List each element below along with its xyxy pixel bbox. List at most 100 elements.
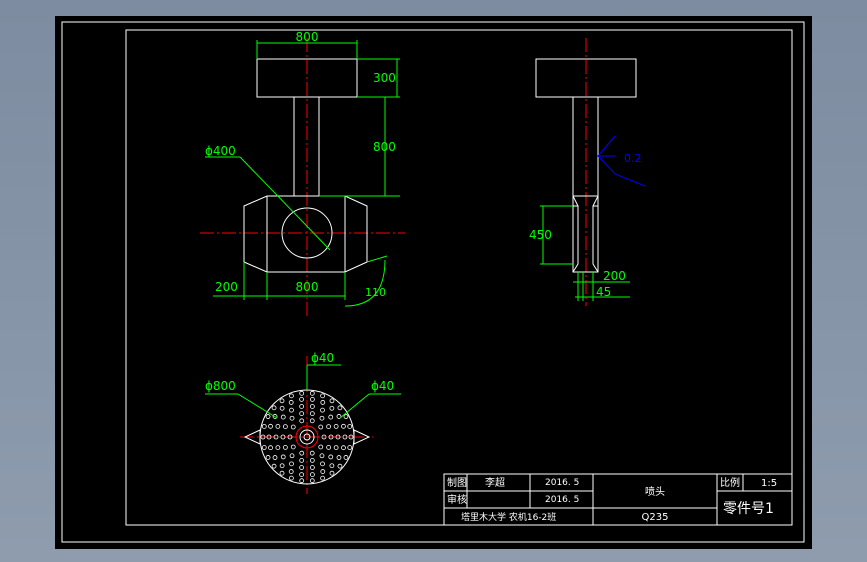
nozzle-hole (341, 445, 346, 451)
nozzle-hole (299, 472, 304, 478)
nozzle-hole (268, 445, 273, 451)
nozzle-hole (320, 400, 326, 405)
tb-material: Q235 (642, 512, 669, 523)
roughness-symbol-arm (597, 135, 616, 157)
side-taper-left (572, 205, 579, 273)
nozzle-hole (320, 461, 325, 467)
dim-chamfer-angle: 110 (365, 286, 386, 299)
nozzle-hole (290, 424, 296, 430)
nozzle-hole (310, 396, 315, 402)
nozzle-hole (265, 455, 271, 460)
tb-part-name: 喷头 (645, 486, 665, 498)
nozzle-hole (299, 457, 305, 463)
nozzle-hole (271, 463, 277, 469)
nozzle-hole (329, 405, 335, 411)
side-taper-right (592, 205, 599, 273)
nozzle-hole (319, 453, 325, 459)
nozzle-hole (341, 423, 346, 429)
drawing-sheet: 800 300 800 ϕ400 200 800 110 0.2 450 200… (55, 16, 812, 549)
dim-hole-right: ϕ40 (371, 379, 394, 393)
nozzle-hole (336, 455, 342, 460)
nozzle-hole (289, 407, 294, 413)
nozzle-hole (310, 472, 315, 478)
nozzle-hole (347, 445, 353, 450)
nozzle-hole (288, 393, 294, 399)
nozzle-hole (328, 414, 334, 420)
tb-drawn-date: 2016. 5 (545, 478, 579, 488)
nozzle-hole (289, 461, 294, 467)
dim-head-height: 300 (373, 71, 396, 85)
nozzle-hole (320, 469, 326, 474)
nozzle-hole (309, 418, 315, 424)
tb-drawn-name: 李超 (485, 476, 505, 489)
nozzle-hole (320, 407, 325, 413)
nozzle-hole (275, 423, 281, 429)
nozzle-hole (282, 424, 288, 429)
nozzle-hole (329, 398, 335, 404)
nozzle-hole (320, 393, 326, 399)
nozzle-hole (333, 445, 339, 451)
cad-viewport: 800 300 800 ϕ400 200 800 110 0.2 450 200… (0, 0, 867, 562)
nozzle-hole (288, 475, 294, 481)
nozzle-hole (289, 453, 295, 459)
tb-school: 塔里木大学 农机16-2班 (461, 511, 556, 523)
nozzle-hole (347, 424, 353, 429)
nozzle-hole (309, 390, 315, 396)
nozzle-hole (329, 470, 335, 476)
nozzle-hole (289, 415, 295, 421)
front-view: 800 300 800 ϕ400 200 800 110 (200, 30, 405, 318)
nozzle-hole (319, 415, 325, 421)
disc-view: ϕ40 ϕ800 ϕ40 (205, 351, 401, 494)
nozzle-hole (290, 444, 296, 450)
nozzle-hole (309, 404, 315, 409)
nozzle-hole (343, 455, 349, 460)
dim-hole-top: ϕ40 (311, 351, 334, 365)
dim-head-width: 800 (296, 30, 319, 44)
nozzle-hole (309, 465, 315, 470)
dim-ext (366, 255, 388, 263)
nozzle-hole (299, 404, 305, 409)
nozzle-hole (320, 475, 326, 481)
dim-side-length: 450 (529, 228, 552, 242)
nozzle-hole (279, 398, 285, 404)
dim-bore-diameter: ϕ400 (205, 144, 236, 158)
nozzle-hole (337, 463, 343, 469)
dim-base-width: 800 (296, 280, 319, 294)
roughness-value: 0.2 (624, 152, 642, 165)
title-block-text: 制图 李超 2016. 5 审核 2016. 5 塔里木大学 农机16-2班 喷… (447, 476, 777, 523)
tb-scale-label: 比例 (720, 476, 740, 489)
nozzle-hole (329, 463, 335, 469)
nozzle-hole (318, 424, 324, 430)
nozzle-hole (309, 478, 315, 484)
nozzle-hole (282, 445, 288, 450)
nozzle-hole (279, 463, 285, 469)
dim-side-width: 200 (603, 269, 626, 283)
base-outline (243, 195, 368, 273)
dim-base-side: 200 (215, 280, 238, 294)
drawing-canvas: 800 300 800 ϕ400 200 800 110 0.2 450 200… (61, 21, 805, 543)
nozzle-hole (309, 457, 315, 463)
nozzle-hole (279, 470, 285, 476)
nozzle-hole (299, 478, 305, 484)
nozzle-hole (279, 405, 285, 411)
angle-arc (344, 259, 386, 307)
dim-side-small: 45 (596, 285, 611, 299)
nozzle-hole (299, 396, 304, 402)
nozzle-hole (309, 450, 315, 456)
nozzle-hole (299, 450, 305, 456)
tb-drawn-label: 制图 (447, 476, 467, 489)
nozzle-hole (343, 414, 349, 419)
nozzle-hole (261, 445, 267, 450)
side-edge (572, 195, 579, 207)
tb-scale-value: 1:5 (761, 478, 777, 489)
nozzle-hole (275, 445, 281, 451)
nozzle-hole (299, 465, 305, 470)
nozzle-hole (280, 414, 286, 420)
nozzle-hole (271, 405, 277, 411)
tb-check-label: 审核 (447, 493, 467, 506)
nozzle-hole (288, 469, 294, 474)
side-view: 0.2 450 200 45 (529, 38, 646, 306)
tb-check-date: 2016. 5 (545, 495, 579, 505)
nozzle-hole (326, 424, 332, 429)
nozzle-hole (326, 445, 332, 450)
